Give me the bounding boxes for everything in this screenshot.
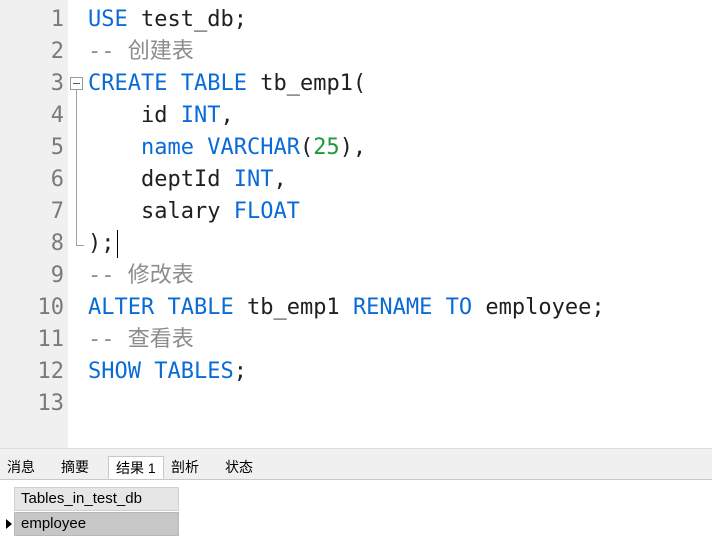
line-number: 7 bbox=[50, 199, 64, 224]
code-line[interactable]: SHOW TABLES; bbox=[88, 356, 247, 388]
result-grid[interactable]: Tables_in_test_db employee bbox=[0, 480, 712, 546]
code-line[interactable]: -- 查看表 bbox=[88, 324, 194, 356]
sql-text: ; bbox=[233, 359, 247, 384]
line-number: 9 bbox=[50, 263, 64, 288]
sql-comment: -- 创建表 bbox=[88, 39, 194, 64]
code-line[interactable]: name VARCHAR(25), bbox=[88, 132, 366, 164]
sql-text: deptId bbox=[88, 167, 234, 192]
line-number-gutter: 1 2 3 4 5 6 7 8 9 10 11 12 13 bbox=[0, 0, 68, 448]
sql-text: tb_emp1 bbox=[233, 295, 353, 320]
line-number: 4 bbox=[50, 103, 64, 128]
sql-text: test_db; bbox=[127, 7, 247, 32]
sql-text: employee; bbox=[472, 295, 605, 320]
code-line[interactable]: salary FLOAT bbox=[88, 196, 300, 228]
table-cell[interactable]: employee bbox=[14, 512, 179, 536]
line-number: 6 bbox=[50, 167, 64, 192]
sql-keyword: FLOAT bbox=[233, 199, 300, 224]
code-line[interactable]: ); bbox=[88, 228, 115, 260]
line-number: 5 bbox=[50, 135, 64, 160]
tab-messages[interactable]: 消息 bbox=[0, 456, 54, 479]
tab-status[interactable]: 状态 bbox=[218, 456, 272, 479]
sql-text: ); bbox=[88, 231, 115, 256]
column-header[interactable]: Tables_in_test_db bbox=[14, 487, 179, 511]
tab-profile[interactable]: 剖析 bbox=[164, 456, 218, 479]
result-tab-bar: 消息 摘要 结果 1 剖析 状态 bbox=[0, 454, 712, 480]
sql-text: , bbox=[220, 103, 234, 128]
line-number: 1 bbox=[50, 7, 64, 32]
sql-keyword: VARCHAR bbox=[207, 135, 300, 160]
sql-keyword: TABLE bbox=[167, 295, 234, 320]
tab-result-1[interactable]: 结果 1 bbox=[108, 456, 164, 479]
sql-text: id bbox=[88, 103, 181, 128]
sql-keyword: ALTER bbox=[88, 295, 155, 320]
sql-number: 25 bbox=[313, 135, 340, 160]
sql-keyword: INT bbox=[233, 167, 274, 192]
sql-keyword: TABLE bbox=[180, 71, 247, 96]
sql-comment: -- 查看表 bbox=[88, 327, 194, 352]
sql-text: ( bbox=[299, 135, 314, 160]
fold-guide-line bbox=[76, 90, 77, 246]
sql-keyword: CREATE bbox=[88, 71, 168, 96]
code-line[interactable]: deptId INT, bbox=[88, 164, 287, 196]
fold-toggle-icon[interactable] bbox=[70, 77, 83, 90]
sql-text: , bbox=[273, 167, 287, 192]
sql-keyword: USE bbox=[88, 7, 128, 32]
line-number: 8 bbox=[50, 231, 64, 256]
text-caret bbox=[117, 230, 118, 258]
code-line[interactable]: CREATE TABLE tb_emp1( bbox=[88, 68, 366, 100]
sql-text: ), bbox=[339, 135, 367, 160]
line-number: 3 bbox=[50, 71, 64, 96]
sql-comment: -- 修改表 bbox=[88, 263, 194, 288]
sql-text: salary bbox=[88, 199, 234, 224]
line-number: 2 bbox=[50, 39, 64, 64]
line-number: 10 bbox=[37, 295, 65, 320]
sql-text: tb_emp1( bbox=[246, 71, 367, 96]
sql-editor[interactable]: 1 2 3 4 5 6 7 8 9 10 11 12 13 USE test_db; -- 创建表 CREA… bbox=[0, 0, 712, 448]
tab-summary[interactable]: 摘要 bbox=[54, 456, 108, 479]
code-line[interactable]: -- 创建表 bbox=[88, 36, 194, 68]
sql-keyword: SHOW bbox=[88, 359, 141, 384]
fold-guide-end bbox=[76, 245, 84, 246]
sql-keyword: RENAME bbox=[352, 295, 433, 320]
code-line[interactable]: USE test_db; bbox=[88, 4, 247, 36]
current-row-indicator-icon bbox=[6, 519, 12, 529]
line-number: 11 bbox=[37, 327, 65, 352]
sql-keyword: name bbox=[140, 135, 194, 160]
sql-keyword: TABLES bbox=[154, 359, 234, 384]
line-number: 13 bbox=[37, 391, 65, 416]
sql-keyword: INT bbox=[180, 103, 221, 128]
code-line[interactable]: id INT, bbox=[88, 100, 234, 132]
code-line[interactable]: -- 修改表 bbox=[88, 260, 194, 292]
code-line[interactable]: ALTER TABLE tb_emp1 RENAME TO employee; bbox=[88, 292, 605, 324]
line-number: 12 bbox=[37, 359, 65, 384]
sql-keyword: TO bbox=[445, 295, 473, 320]
